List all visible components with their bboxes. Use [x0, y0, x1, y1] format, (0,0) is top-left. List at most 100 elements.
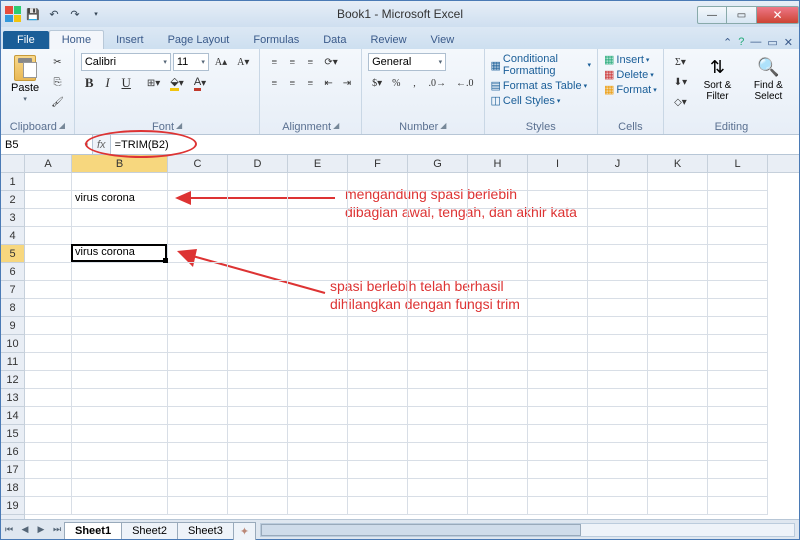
- help-icon[interactable]: ?: [738, 36, 744, 49]
- col-header-C[interactable]: C: [168, 155, 228, 172]
- workbook-close-icon[interactable]: ✕: [784, 36, 793, 49]
- indent-dec-icon[interactable]: ⇤: [320, 74, 336, 92]
- next-sheet-icon[interactable]: ▶: [33, 524, 49, 535]
- indent-inc-icon[interactable]: ⇥: [339, 74, 355, 92]
- row-header-14[interactable]: 14: [1, 407, 24, 425]
- cell-B2[interactable]: virus corona: [72, 191, 168, 209]
- tab-page-layout[interactable]: Page Layout: [156, 31, 242, 49]
- tab-view[interactable]: View: [419, 31, 467, 49]
- minimize-button[interactable]: —: [697, 6, 727, 24]
- last-sheet-icon[interactable]: ⏭: [49, 524, 65, 535]
- col-header-B[interactable]: B: [72, 155, 168, 172]
- close-button[interactable]: ✕: [757, 6, 799, 24]
- row-header-9[interactable]: 9: [1, 317, 24, 335]
- fill-color-icon[interactable]: ⬙▾: [166, 74, 188, 92]
- row-header-10[interactable]: 10: [1, 335, 24, 353]
- sheet-tab-1[interactable]: Sheet1: [64, 522, 122, 539]
- new-sheet-icon[interactable]: ✦: [233, 522, 256, 540]
- col-header-I[interactable]: I: [528, 155, 588, 172]
- redo-icon[interactable]: ↷: [66, 5, 84, 23]
- row-header-11[interactable]: 11: [1, 353, 24, 371]
- row-header-13[interactable]: 13: [1, 389, 24, 407]
- col-header-L[interactable]: L: [708, 155, 768, 172]
- bold-button[interactable]: B: [81, 74, 98, 92]
- cell-grid[interactable]: mengandung spasi berlebih dibagian awal,…: [25, 173, 799, 519]
- formula-input[interactable]: =TRIM(B2): [111, 135, 799, 154]
- number-format-select[interactable]: General▾: [368, 53, 446, 71]
- minimize-ribbon-icon[interactable]: ⌃: [723, 36, 732, 49]
- row-header-8[interactable]: 8: [1, 299, 24, 317]
- tab-file[interactable]: File: [3, 31, 49, 49]
- format-painter-icon[interactable]: 🖌: [47, 93, 68, 111]
- cut-icon[interactable]: ✂: [47, 53, 68, 71]
- workbook-restore-icon[interactable]: ▭: [767, 36, 777, 49]
- shrink-font-icon[interactable]: A▾: [233, 53, 253, 71]
- delete-cells-button[interactable]: ▦ Delete ▾: [604, 68, 657, 81]
- col-header-J[interactable]: J: [588, 155, 648, 172]
- format-cells-button[interactable]: ▦ Format ▾: [604, 83, 657, 96]
- comma-icon[interactable]: ,: [407, 74, 423, 92]
- font-dialog-icon[interactable]: ◢: [176, 121, 182, 133]
- row-header-16[interactable]: 16: [1, 443, 24, 461]
- clipboard-dialog-icon[interactable]: ◢: [59, 121, 65, 133]
- row-header-17[interactable]: 17: [1, 461, 24, 479]
- workbook-min-icon[interactable]: —: [750, 36, 761, 49]
- row-header-6[interactable]: 6: [1, 263, 24, 281]
- find-select-button[interactable]: 🔍 Find & Select: [744, 53, 793, 104]
- underline-button[interactable]: U: [118, 74, 135, 92]
- sort-filter-button[interactable]: ⇅ Sort & Filter: [695, 53, 740, 104]
- row-header-4[interactable]: 4: [1, 227, 24, 245]
- col-header-D[interactable]: D: [228, 155, 288, 172]
- sheet-tab-3[interactable]: Sheet3: [177, 522, 234, 539]
- orientation-icon[interactable]: ⟳▾: [320, 53, 341, 71]
- col-header-A[interactable]: A: [25, 155, 72, 172]
- prev-sheet-icon[interactable]: ◀: [17, 524, 33, 535]
- insert-cells-button[interactable]: ▦ Insert ▾: [604, 53, 657, 66]
- tab-home[interactable]: Home: [49, 30, 104, 49]
- row-header-18[interactable]: 18: [1, 479, 24, 497]
- align-right-icon[interactable]: ≡: [302, 74, 318, 92]
- undo-icon[interactable]: ↶: [45, 5, 63, 23]
- align-middle-icon[interactable]: ≡: [284, 53, 300, 71]
- horizontal-scrollbar[interactable]: [260, 523, 795, 537]
- tab-insert[interactable]: Insert: [104, 31, 156, 49]
- font-family-select[interactable]: Calibri▾: [81, 53, 171, 71]
- sheet-tab-2[interactable]: Sheet2: [121, 522, 178, 539]
- format-as-table-button[interactable]: ▤ Format as Table ▾: [491, 79, 592, 92]
- row-header-5[interactable]: 5: [1, 245, 24, 263]
- font-color-icon[interactable]: A▾: [190, 74, 210, 92]
- col-header-F[interactable]: F: [348, 155, 408, 172]
- clear-icon[interactable]: ◇▾: [670, 93, 691, 111]
- font-size-select[interactable]: 11▾: [173, 53, 209, 71]
- cell-styles-button[interactable]: ◫ Cell Styles ▾: [491, 94, 592, 107]
- first-sheet-icon[interactable]: ⏮: [1, 524, 17, 535]
- percent-icon[interactable]: %: [388, 74, 404, 92]
- grow-font-icon[interactable]: A▴: [211, 53, 231, 71]
- align-top-icon[interactable]: ≡: [266, 53, 282, 71]
- col-header-E[interactable]: E: [288, 155, 348, 172]
- border-icon[interactable]: ⊞▾: [143, 74, 164, 92]
- row-header-12[interactable]: 12: [1, 371, 24, 389]
- row-header-19[interactable]: 19: [1, 497, 24, 515]
- select-all-corner[interactable]: [1, 155, 25, 173]
- row-header-3[interactable]: 3: [1, 209, 24, 227]
- maximize-button[interactable]: ▭: [727, 6, 757, 24]
- row-header-15[interactable]: 15: [1, 425, 24, 443]
- tab-data[interactable]: Data: [311, 31, 358, 49]
- fill-icon[interactable]: ⬇▾: [670, 73, 691, 91]
- col-header-G[interactable]: G: [408, 155, 468, 172]
- row-header-2[interactable]: 2: [1, 191, 24, 209]
- col-header-H[interactable]: H: [468, 155, 528, 172]
- conditional-formatting-button[interactable]: ▦ Conditional Formatting ▾: [491, 53, 592, 77]
- align-left-icon[interactable]: ≡: [266, 74, 282, 92]
- row-header-1[interactable]: 1: [1, 173, 24, 191]
- paste-button[interactable]: Paste ▾: [7, 53, 43, 105]
- cell-B5[interactable]: virus corona: [72, 245, 168, 263]
- name-box[interactable]: B5▾: [1, 135, 93, 154]
- tab-formulas[interactable]: Formulas: [241, 31, 311, 49]
- inc-decimal-icon[interactable]: .0→: [425, 74, 451, 92]
- dec-decimal-icon[interactable]: ←.0: [452, 74, 478, 92]
- align-center-icon[interactable]: ≡: [284, 74, 300, 92]
- save-icon[interactable]: 💾: [24, 5, 42, 23]
- tab-review[interactable]: Review: [358, 31, 418, 49]
